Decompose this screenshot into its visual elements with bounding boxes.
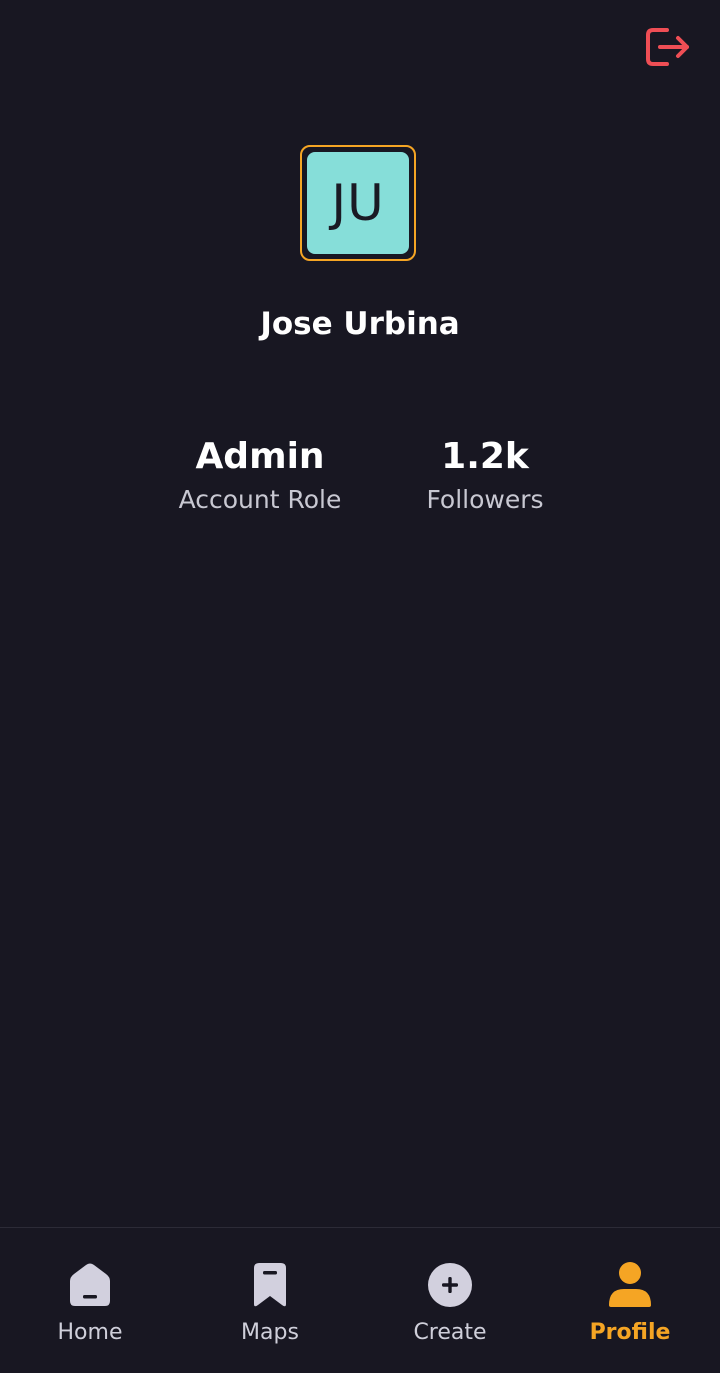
user-icon <box>600 1260 660 1310</box>
profile-stats: Admin Account Role 1.2k Followers <box>0 434 720 534</box>
stat-value: 1.2k <box>441 436 529 477</box>
home-icon <box>60 1260 120 1310</box>
nav-label: Maps <box>241 1320 299 1345</box>
logout-button[interactable] <box>640 24 694 70</box>
avatar: JU <box>307 152 409 254</box>
nav-label: Profile <box>589 1320 671 1345</box>
bottom-nav: Home Maps Create Profile <box>0 1227 720 1373</box>
nav-item-create[interactable]: Create <box>360 1228 540 1373</box>
avatar-initials: JU <box>331 174 385 232</box>
stat-value: Admin <box>195 436 325 477</box>
stat-followers[interactable]: 1.2k Followers <box>365 434 605 520</box>
bookmark-icon <box>240 1260 300 1310</box>
avatar-frame[interactable]: JU <box>300 145 416 261</box>
nav-label: Create <box>413 1320 487 1345</box>
stat-label: Account Role <box>178 485 342 514</box>
nav-item-profile[interactable]: Profile <box>540 1228 720 1373</box>
user-name: Jose Urbina <box>260 306 460 342</box>
profile-screen: JU Jose Urbina Admin Account Role 1.2k F… <box>0 0 720 1373</box>
nav-item-maps[interactable]: Maps <box>180 1228 360 1373</box>
logout-icon <box>646 28 689 66</box>
nav-item-home[interactable]: Home <box>0 1228 180 1373</box>
add-circle-icon <box>420 1260 480 1310</box>
nav-label: Home <box>57 1320 123 1345</box>
stat-account-role: Admin Account Role <box>140 434 380 520</box>
stat-label: Followers <box>426 485 544 514</box>
